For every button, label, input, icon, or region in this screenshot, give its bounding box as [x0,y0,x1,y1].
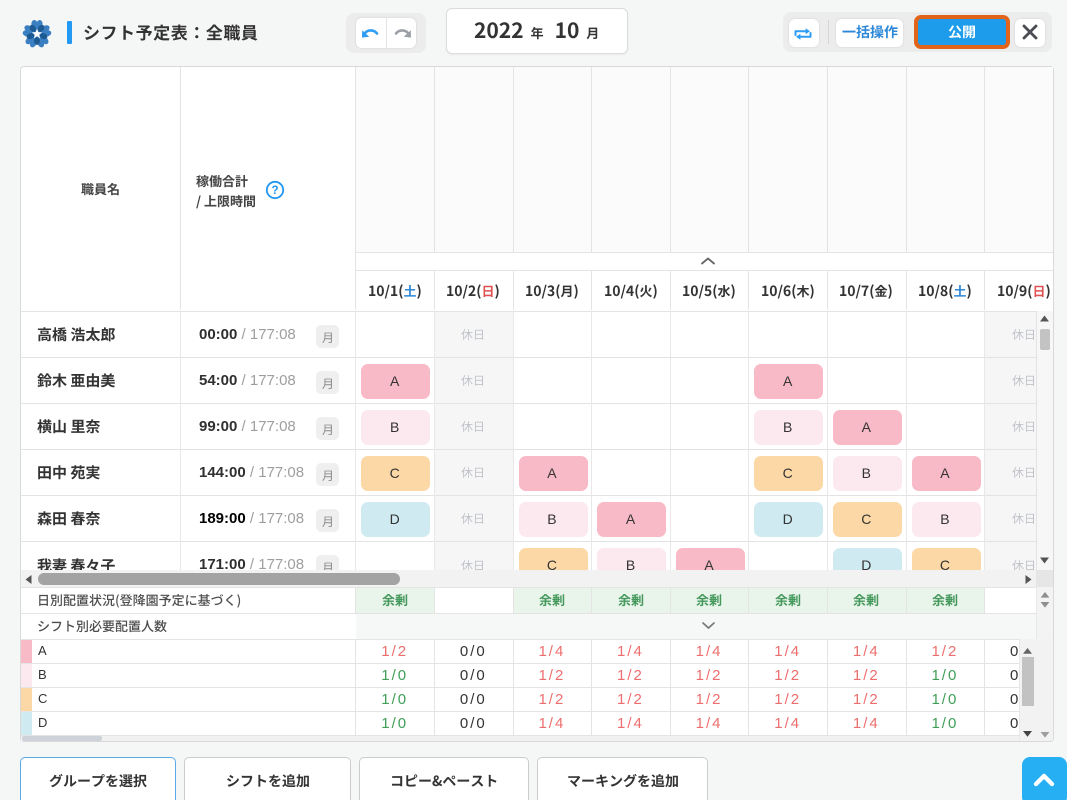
svg-text:?: ? [271,185,278,197]
